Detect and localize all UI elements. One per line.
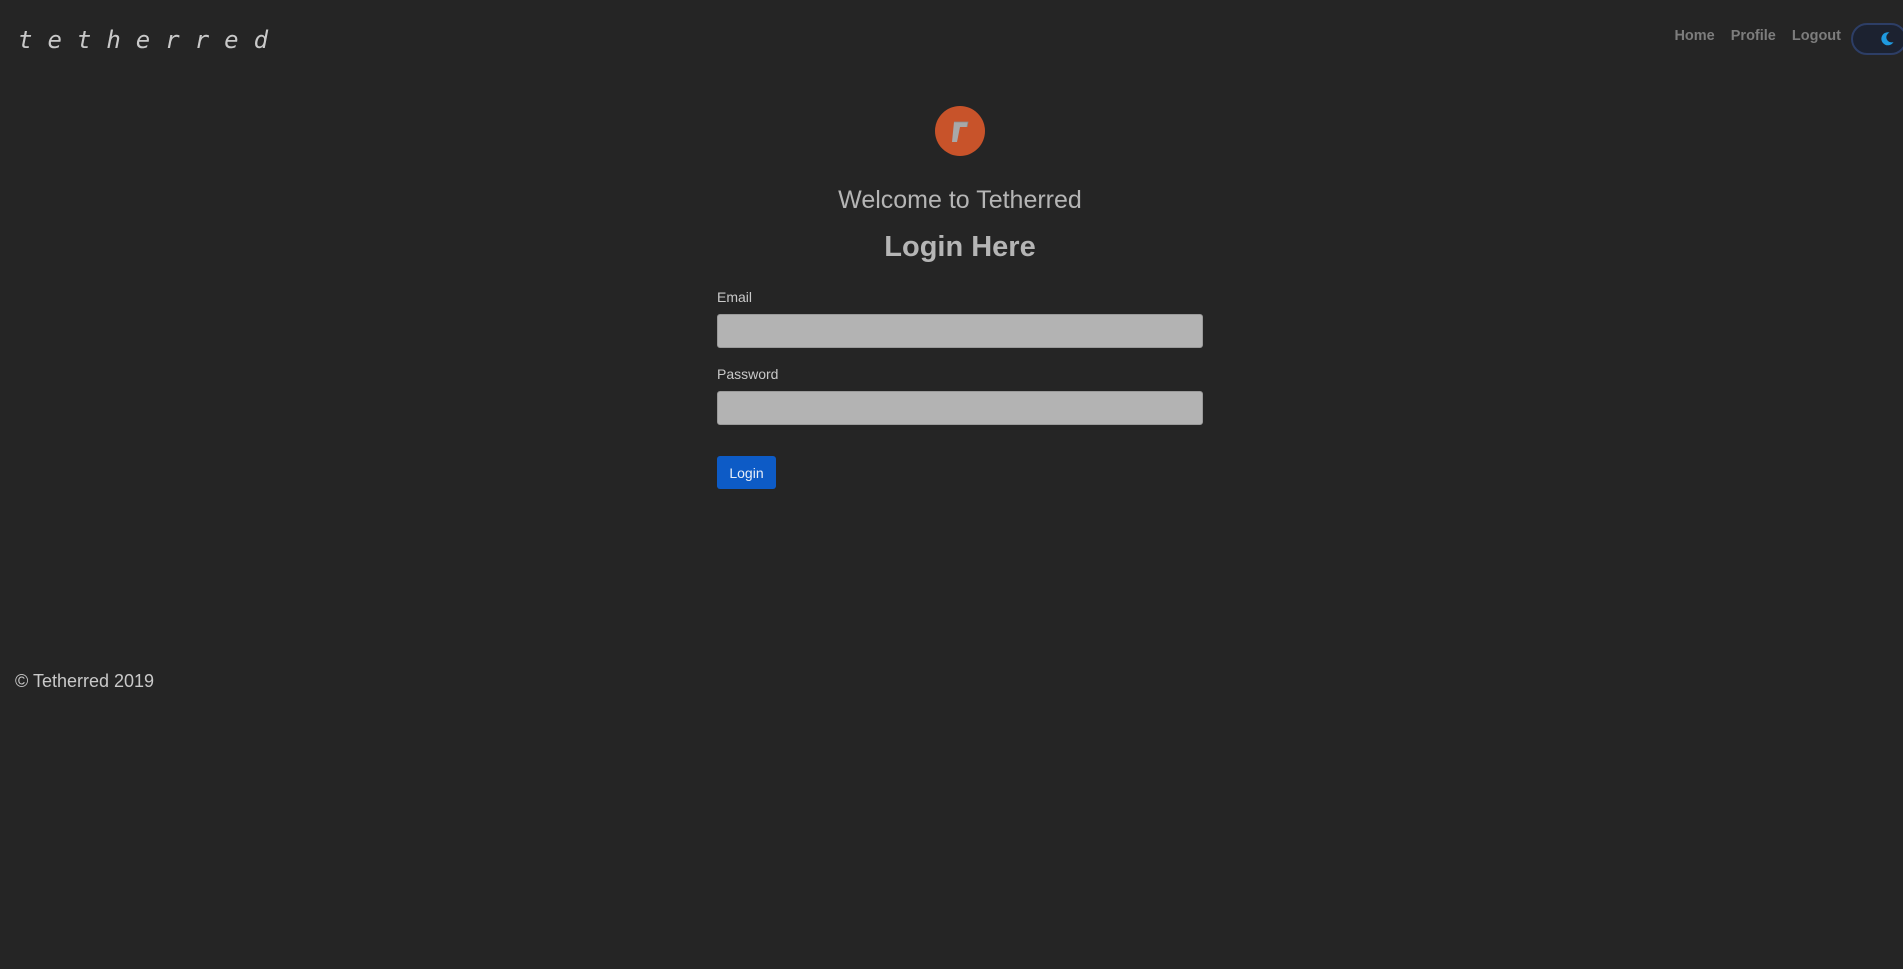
footer-copyright: © Tetherred 2019 [15,671,155,691]
nav-links: Home Profile Logout [1674,28,1841,44]
password-field[interactable] [717,391,1203,425]
nav-link-logout[interactable]: Logout [1792,28,1841,44]
brand-name: tetherred [18,26,284,54]
login-heading: Login Here [884,231,1036,263]
password-label: Password [717,366,779,382]
brand-logo-link[interactable]: tetherred [18,20,283,60]
nav-link-home[interactable]: Home [1674,28,1714,44]
navbar: tetherred Home Profile Logout [0,0,1903,80]
tetherred-logo-icon [935,106,985,156]
welcome-text: Welcome to Tetherred [838,186,1082,214]
email-field[interactable] [717,314,1203,348]
moon-icon [1881,32,1894,46]
email-label: Email [717,289,753,305]
theme-toggle[interactable] [1851,23,1903,55]
nav-link-profile[interactable]: Profile [1731,28,1776,44]
logo-t-glyph-icon [952,121,969,142]
page: tetherred Home Profile Logout Welcome to… [0,0,1903,969]
login-button[interactable]: Login [717,456,776,489]
